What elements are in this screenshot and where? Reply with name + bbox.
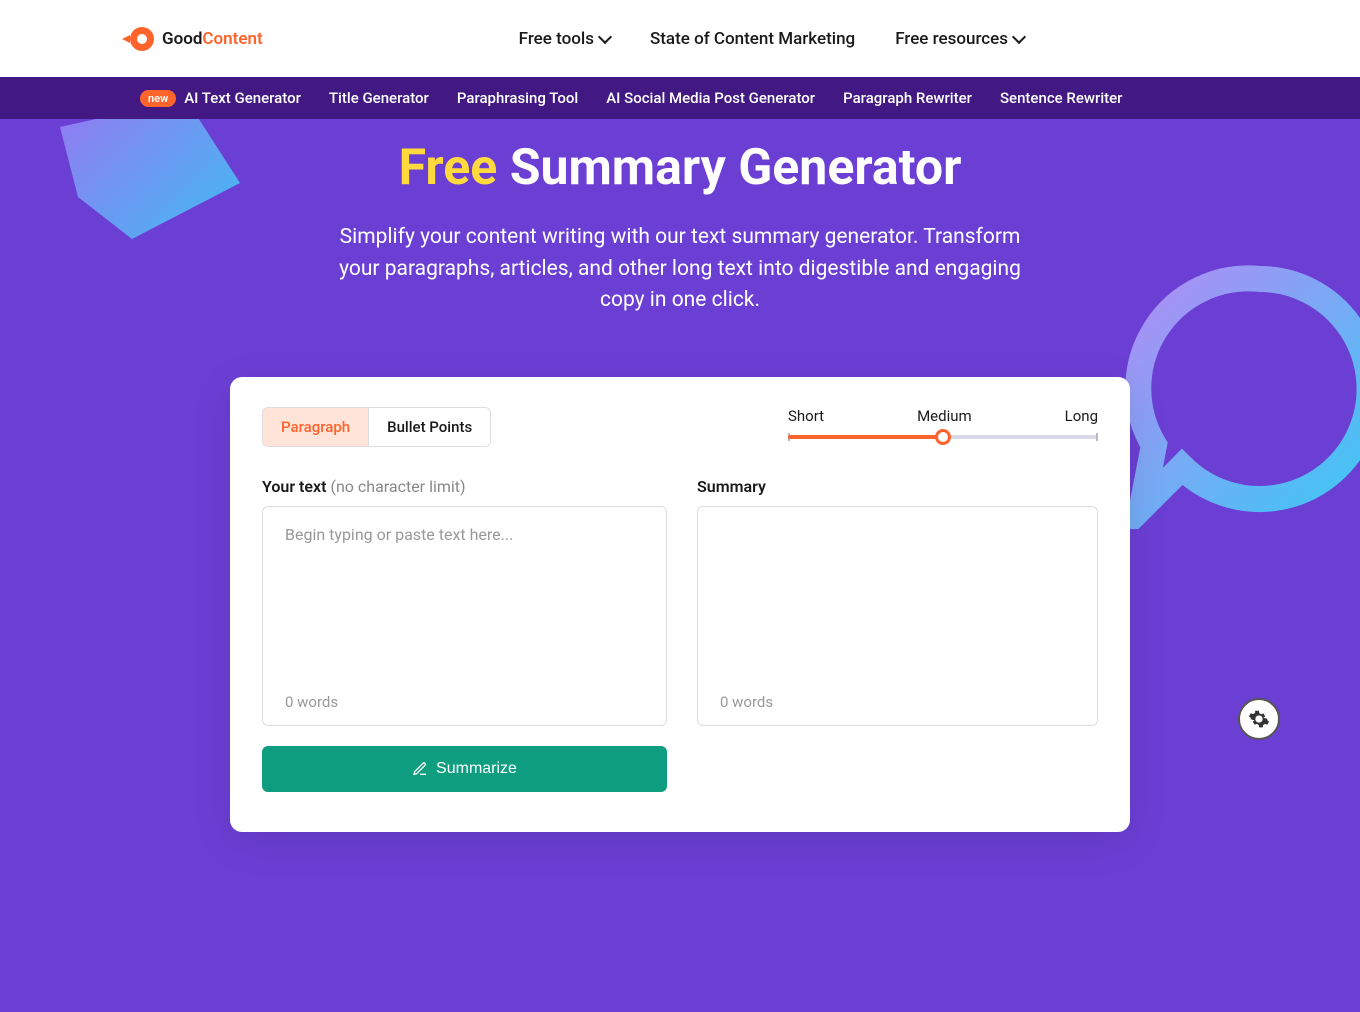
logo-text-good: Good [162, 29, 202, 49]
nav-free-resources[interactable]: Free resources [895, 29, 1024, 49]
subnav-paraphrasing-tool[interactable]: Paraphrasing Tool [457, 89, 578, 107]
sub-nav: new AI Text Generator Title Generator Pa… [0, 77, 1360, 119]
output-label: Summary [697, 477, 1098, 496]
input-textbox: 0 words [262, 506, 667, 726]
subnav-paragraph-rewriter[interactable]: Paragraph Rewriter [843, 89, 972, 107]
tab-paragraph[interactable]: Paragraph [263, 408, 369, 446]
subnav-title-generator[interactable]: Title Generator [329, 89, 429, 107]
subnav-ai-text-generator[interactable]: new AI Text Generator [140, 89, 301, 107]
length-slider: Short Medium Long [788, 407, 1098, 439]
slider-label-short: Short [788, 407, 824, 425]
settings-button[interactable] [1238, 698, 1280, 740]
logo-icon [130, 27, 154, 51]
hero-description: Simplify your content writing with our t… [330, 222, 1030, 317]
output-format-tabs: Paragraph Bullet Points [262, 407, 491, 447]
speech-bubble-icon [1120, 249, 1360, 529]
input-textarea[interactable] [263, 507, 666, 682]
input-word-count: 0 words [285, 693, 338, 711]
logo[interactable]: GoodContent [130, 27, 263, 51]
slider-thumb[interactable] [935, 429, 951, 445]
output-word-count: 0 words [720, 693, 773, 711]
input-label: Your text (no character limit) [262, 477, 667, 496]
chevron-down-icon [598, 29, 612, 43]
pencil-icon [412, 761, 428, 777]
subnav-ai-social-media[interactable]: AI Social Media Post Generator [606, 89, 815, 107]
page-title: Free Summary Generator [0, 119, 1360, 197]
new-badge: new [140, 90, 176, 107]
chevron-down-icon [1012, 29, 1026, 43]
gear-icon [1248, 708, 1270, 730]
summary-card: Paragraph Bullet Points Short Medium Lon… [230, 377, 1130, 832]
logo-text-content: Content [202, 29, 262, 49]
output-textbox: 0 words [697, 506, 1098, 726]
hero-section: Free Summary Generator Simplify your con… [0, 119, 1360, 1012]
subnav-sentence-rewriter[interactable]: Sentence Rewriter [1000, 89, 1123, 107]
summarize-button[interactable]: Summarize [262, 746, 667, 792]
nav-free-tools[interactable]: Free tools [519, 29, 610, 49]
slider-label-medium: Medium [917, 407, 972, 425]
top-nav-links: Free tools State of Content Marketing Fr… [519, 29, 1024, 49]
slider-track[interactable] [788, 435, 1098, 439]
top-nav: GoodContent Free tools State of Content … [0, 0, 1360, 77]
slider-label-long: Long [1065, 407, 1098, 425]
nav-state-of-content[interactable]: State of Content Marketing [650, 29, 855, 49]
tab-bullet-points[interactable]: Bullet Points [369, 408, 490, 446]
